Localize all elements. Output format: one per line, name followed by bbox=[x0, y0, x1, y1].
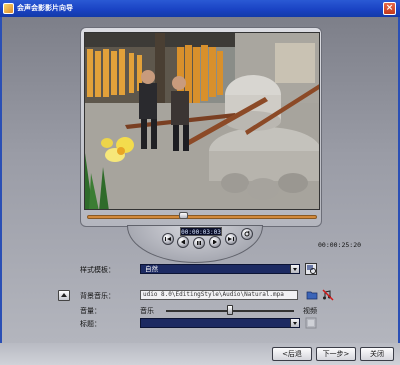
timecode-display: 00:00:03:03 bbox=[180, 227, 222, 236]
title-options-icon[interactable] bbox=[305, 317, 317, 329]
chevron-down-icon[interactable] bbox=[290, 319, 299, 327]
close-button[interactable]: 关闭 bbox=[360, 347, 394, 361]
volume-slider-thumb[interactable] bbox=[227, 305, 233, 315]
volume-music-label: 音乐 bbox=[140, 307, 154, 315]
seek-thumb[interactable] bbox=[179, 212, 189, 219]
window-title: 会声会影影片向导 bbox=[17, 4, 73, 12]
seek-bar[interactable] bbox=[87, 215, 317, 219]
volume-video-label: 视频 bbox=[303, 307, 317, 315]
go-to-start-icon[interactable] bbox=[162, 233, 174, 245]
title-label: 标题： bbox=[80, 320, 101, 328]
play-icon[interactable] bbox=[193, 237, 205, 249]
title-dropdown[interactable] bbox=[140, 318, 300, 328]
template-label: 样式模板： bbox=[80, 266, 115, 274]
music-label: 背景音乐： bbox=[80, 292, 115, 300]
video-preview bbox=[84, 32, 320, 210]
video-frame-image bbox=[85, 33, 319, 209]
volume-label: 音量： bbox=[80, 307, 101, 315]
app-icon bbox=[3, 3, 14, 14]
back-button[interactable]: <后退 bbox=[272, 347, 312, 361]
template-value: 自然 bbox=[145, 265, 158, 273]
repeat-icon[interactable] bbox=[241, 228, 253, 240]
remove-music-icon[interactable] bbox=[322, 289, 334, 301]
close-window-button[interactable]: × bbox=[383, 2, 396, 15]
template-options-icon[interactable] bbox=[305, 263, 317, 275]
next-button[interactable]: 下一步> bbox=[316, 347, 356, 361]
total-duration: 00:00:25:20 bbox=[318, 241, 362, 249]
previous-frame-icon[interactable] bbox=[177, 236, 189, 248]
next-frame-icon[interactable] bbox=[209, 236, 221, 248]
go-to-end-icon[interactable] bbox=[225, 233, 237, 245]
collapse-up-icon[interactable] bbox=[58, 290, 70, 301]
preview-player bbox=[80, 27, 322, 227]
template-dropdown[interactable]: 自然 bbox=[140, 264, 300, 274]
open-folder-icon[interactable] bbox=[306, 289, 318, 301]
title-bar: 会声会影影片向导 × bbox=[0, 0, 400, 17]
music-path-field[interactable]: udio 8.0\EditingStyle\Audio\Natural.mpa bbox=[140, 290, 298, 300]
chevron-down-icon[interactable] bbox=[290, 265, 299, 273]
